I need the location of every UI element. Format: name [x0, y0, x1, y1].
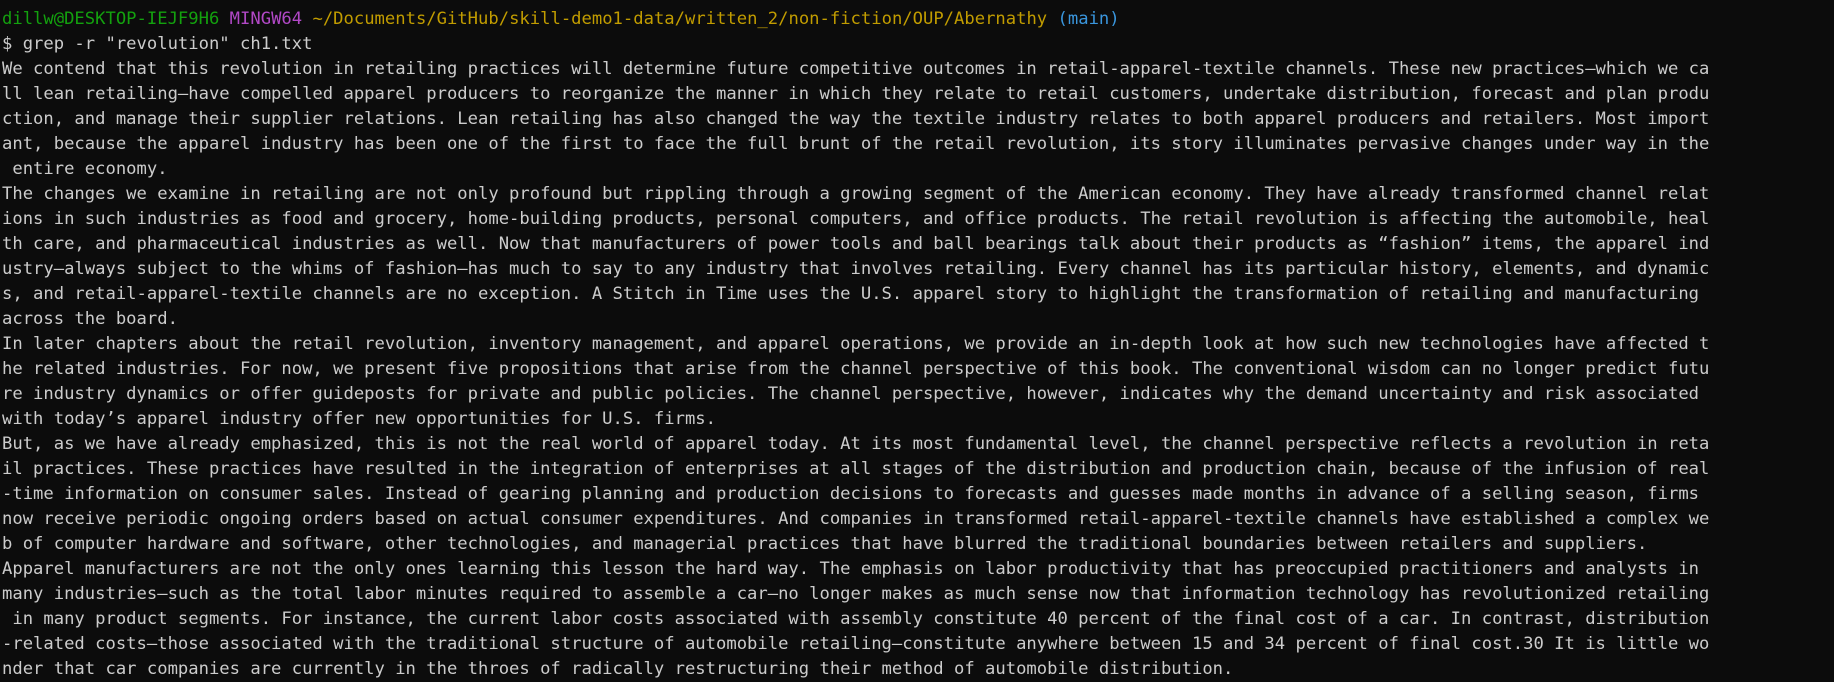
output-line: -time information on consumer sales. Ins… — [2, 484, 1700, 504]
command-output: We contend that this revolution in retai… — [2, 57, 1834, 682]
output-line: We contend that this revolution in retai… — [2, 59, 1710, 79]
output-line: entire economy. — [2, 159, 168, 179]
prompt-path: ~/Documents/GitHub/skill-demo1-data/writ… — [312, 9, 1048, 29]
prompt-line: dillw@DESKTOP-IEJF9H6 MINGW64 ~/Document… — [2, 7, 1834, 32]
output-line: ions in such industries as food and groc… — [2, 209, 1710, 229]
output-line: across the board. — [2, 309, 178, 329]
output-line: In later chapters about the retail revol… — [2, 334, 1710, 354]
output-line: with today’s apparel industry offer new … — [2, 409, 716, 429]
output-line: The changes we examine in retailing are … — [2, 184, 1710, 204]
output-line: il practices. These practices have resul… — [2, 459, 1710, 479]
output-line: ant, because the apparel industry has be… — [2, 134, 1710, 154]
output-line: ll lean retailing—have compelled apparel… — [2, 84, 1710, 104]
output-line: -related costs—those associated with the… — [2, 634, 1710, 654]
output-line: b of computer hardware and software, oth… — [2, 534, 1648, 554]
prompt-shell: MINGW64 — [229, 9, 303, 29]
output-line: But, as we have already emphasized, this… — [2, 434, 1710, 454]
output-line: ustry—always subject to the whims of fas… — [2, 259, 1710, 279]
prompt-branch: (main) — [1057, 9, 1120, 29]
output-line: many industries—such as the total labor … — [2, 584, 1710, 604]
output-line: Apparel manufacturers are not the only o… — [2, 559, 1700, 579]
output-line: he related industries. For now, we prese… — [2, 359, 1710, 379]
prompt-user-host: dillw@DESKTOP-IEJF9H6 — [2, 9, 220, 29]
output-line: th care, and pharmaceutical industries a… — [2, 234, 1710, 254]
output-line: ction, and manage their supplier relatio… — [2, 109, 1710, 129]
command-line: $ grep -r "revolution" ch1.txt — [2, 34, 313, 54]
terminal-window[interactable]: dillw@DESKTOP-IEJF9H6 MINGW64 ~/Document… — [0, 0, 1834, 682]
output-line: s, and retail-apparel-textile channels a… — [2, 284, 1700, 304]
output-line: nder that car companies are currently in… — [2, 659, 1234, 679]
output-line: in many product segments. For instance, … — [2, 609, 1710, 629]
output-line: re industry dynamics or offer guideposts… — [2, 384, 1700, 404]
output-line: now receive periodic ongoing orders base… — [2, 509, 1710, 529]
